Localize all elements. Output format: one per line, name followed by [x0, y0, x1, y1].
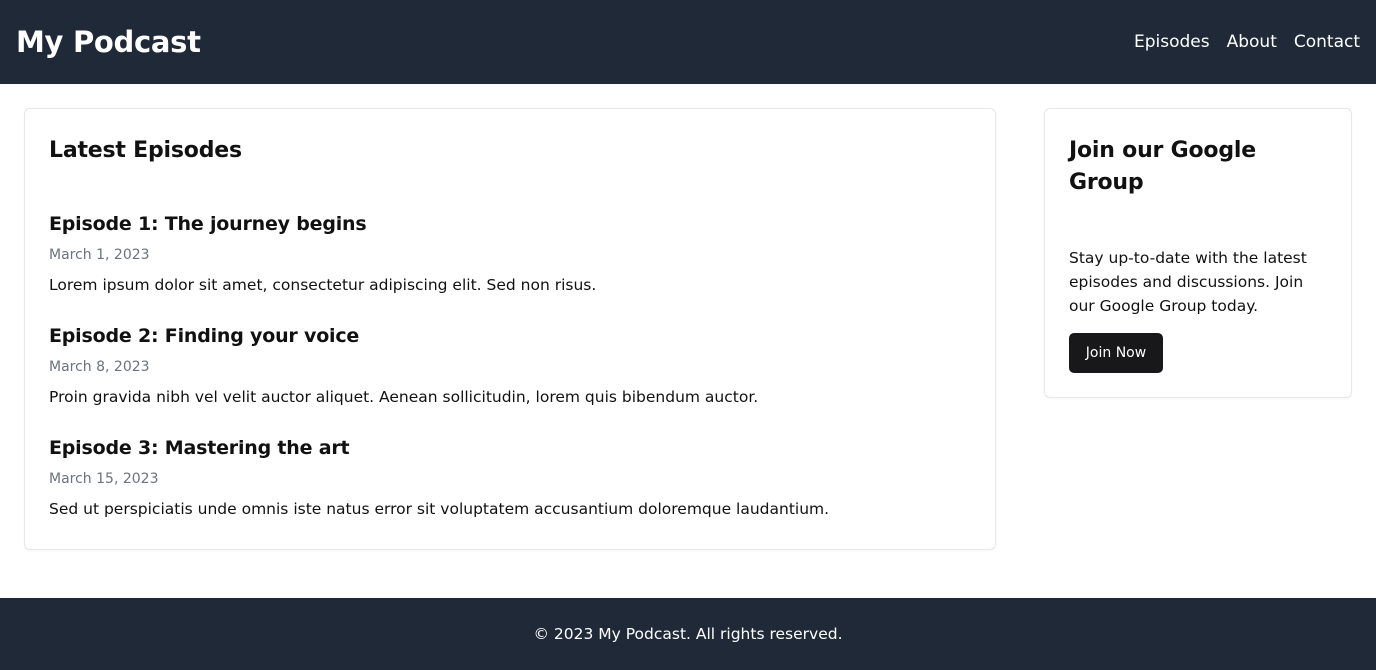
site-header: My Podcast Episodes About Contact	[0, 0, 1376, 84]
episode-item: Episode 2: Finding your voice March 8, 2…	[49, 324, 758, 408]
episode-date: March 8, 2023	[49, 359, 150, 375]
google-group-text: Stay up-to-date with the latest episodes…	[1069, 249, 1307, 315]
nav-link-contact[interactable]: Contact	[1294, 32, 1360, 52]
main-nav: Episodes About Contact	[1134, 32, 1360, 52]
episode-description: Proin gravida nibh vel velit auctor aliq…	[49, 388, 759, 406]
episode-description: Sed ut perspiciatis unde omnis iste natu…	[49, 500, 830, 518]
episode-item: Episode 1: The journey begins March 1, 2…	[49, 212, 596, 296]
episode-date: March 15, 2023	[49, 471, 159, 487]
episode-item: Episode 3: Mastering the art March 15, 2…	[49, 436, 829, 520]
section-title: Latest Episodes	[49, 138, 242, 163]
site-footer: © 2023 My Podcast. All rights reserved.	[0, 598, 1376, 670]
nav-link-about[interactable]: About	[1227, 32, 1277, 52]
episode-title[interactable]: Episode 3: Mastering the art	[49, 436, 829, 460]
copyright-text: © 2023 My Podcast. All rights reserved.	[533, 625, 843, 643]
google-group-title: Join our Google Group	[1069, 138, 1256, 195]
site-title[interactable]: My Podcast	[16, 25, 201, 59]
episode-description: Lorem ipsum dolor sit amet, consectetur …	[49, 276, 597, 294]
episode-title[interactable]: Episode 1: The journey begins	[49, 212, 596, 236]
episode-date: March 1, 2023	[49, 247, 150, 263]
join-now-button[interactable]: Join Now	[1069, 333, 1163, 373]
nav-link-episodes[interactable]: Episodes	[1134, 32, 1210, 52]
episode-title[interactable]: Episode 2: Finding your voice	[49, 324, 758, 348]
latest-episodes-card: Latest Episodes Episode 1: The journey b…	[24, 108, 996, 550]
google-group-card: Join our Google Group Stay up-to-date wi…	[1044, 108, 1352, 398]
